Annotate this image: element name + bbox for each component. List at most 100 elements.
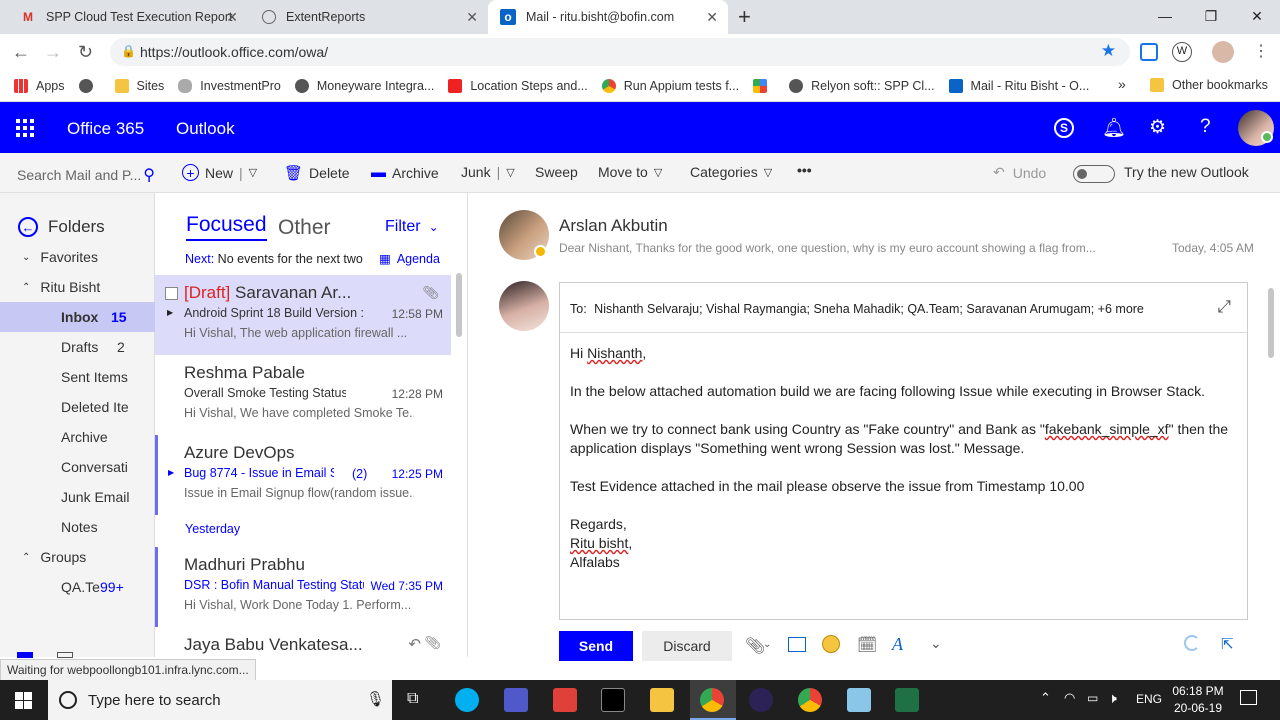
bookmark-location-steps[interactable]: Location Steps and...	[448, 78, 588, 93]
clock-date[interactable]: 20-06-19	[1172, 701, 1224, 715]
thread-preview[interactable]: Dear Nishant, Thanks for the good work, …	[559, 241, 1096, 255]
schedule-icon[interactable]: 🗓︎	[857, 635, 877, 655]
chevron-down-icon[interactable]: ▽	[506, 166, 514, 179]
list-item[interactable]: Madhuri Prabhu DSR : Bofin Manual Testin…	[155, 547, 451, 627]
minimize-icon[interactable]: —	[1142, 0, 1188, 32]
more-options-chevron-icon[interactable]: ⌄	[930, 635, 942, 652]
bookmark-run-appium[interactable]: Run Appium tests f...	[601, 78, 739, 93]
tab-other[interactable]: Other	[278, 216, 331, 240]
group-qa-team[interactable]: QA.Te 99+	[0, 572, 155, 602]
bookmark-other[interactable]: Other bookmarks	[1150, 78, 1268, 92]
close-window-icon[interactable]: ✕	[1234, 0, 1280, 32]
new-button[interactable]: + New | ▽	[182, 164, 257, 181]
teams-taskbar-icon[interactable]	[504, 688, 528, 712]
tab-outlook-mail[interactable]: o Mail - ritu.bisht@bofin.com ✕	[488, 0, 728, 34]
folder-archive[interactable]: Archive	[0, 422, 155, 452]
close-tab-icon[interactable]: ✕	[226, 9, 238, 26]
bookmark-mail-ritu[interactable]: Mail - Ritu Bisht - O...	[948, 78, 1089, 93]
tab-focused[interactable]: Focused	[186, 213, 267, 241]
account-header[interactable]: ⌃ Ritu Bisht	[0, 272, 155, 302]
volume-icon[interactable]: 🕨	[1108, 690, 1117, 707]
chevron-down-icon[interactable]: ⌄	[763, 639, 771, 650]
send-button[interactable]: Send	[559, 631, 633, 661]
more-commands-button[interactable]: •••	[797, 162, 812, 178]
move-to-button[interactable]: Move to ▽	[598, 164, 662, 180]
list-item[interactable]: [Draft] Saravanan Ar... 📎︎ ▶ Android Spr…	[155, 275, 451, 355]
favorites-header[interactable]: ⌄ Favorites	[0, 242, 155, 272]
search-icon[interactable]: ⚲	[143, 165, 155, 185]
select-checkbox[interactable]	[165, 287, 178, 300]
close-tab-icon[interactable]: ✕	[706, 9, 718, 26]
battery-icon[interactable]: ▭	[1087, 691, 1098, 705]
language-indicator[interactable]: ENG	[1136, 692, 1162, 706]
clock-time[interactable]: 06:18 PM	[1172, 684, 1224, 698]
expand-thread-icon[interactable]: ▶	[168, 468, 174, 477]
try-new-outlook-toggle[interactable]	[1073, 165, 1115, 183]
chrome-taskbar-icon[interactable]	[700, 688, 724, 712]
microphone-icon[interactable]: 🎙︎	[366, 690, 385, 708]
list-item[interactable]: Reshma Pabale Overall Smoke Testing Stat…	[155, 355, 451, 435]
junk-button[interactable]: Junk | ▽	[461, 164, 515, 180]
pop-out-icon[interactable]: ⤢	[1217, 297, 1231, 317]
groups-header[interactable]: ⌃ Groups	[0, 542, 155, 572]
skype-taskbar-icon[interactable]	[455, 688, 479, 712]
delete-button[interactable]: 🗑︎ Delete	[284, 164, 350, 182]
folders-header[interactable]: ← Folders	[18, 212, 173, 242]
skype-icon[interactable]: S	[1054, 118, 1074, 138]
app-launcher-icon[interactable]	[16, 119, 34, 137]
show-hidden-icons[interactable]: ⌃	[1040, 690, 1051, 706]
forward-icon[interactable]: →	[44, 42, 62, 63]
message-body-editor[interactable]: Hi Nishanth, In the below attached autom…	[570, 344, 1240, 591]
list-item[interactable]: Jaya Babu Venkatesa... ↶ 📎︎	[155, 627, 451, 657]
archive-button[interactable]: ▬ Archive	[371, 164, 439, 181]
gear-icon[interactable]: ⚙	[1149, 116, 1166, 139]
windows-start-icon[interactable]	[15, 692, 32, 709]
search-mail-input[interactable]: Search Mail and P... ⚲	[17, 165, 155, 185]
list-scrollbar[interactable]	[456, 273, 462, 337]
help-icon[interactable]: ?	[1200, 116, 1211, 138]
folder-inbox[interactable]: Inbox 15	[0, 302, 155, 332]
chrome-taskbar-icon-2[interactable]	[798, 688, 822, 712]
file-explorer-taskbar-icon[interactable]	[650, 688, 674, 712]
excel-taskbar-icon[interactable]	[895, 688, 919, 712]
filter-button[interactable]: Filter ⌄	[385, 218, 439, 236]
agenda-button[interactable]: ▦ Agenda	[379, 251, 440, 266]
discard-button[interactable]: Discard	[642, 631, 732, 661]
tab-extent-reports[interactable]: ExtentReports ✕	[250, 0, 488, 34]
eclipse-taskbar-icon[interactable]	[749, 688, 773, 712]
taskbar-search-input[interactable]: Type here to search 🎙︎	[48, 680, 392, 720]
pop-out-compose-icon[interactable]: ⇱	[1221, 635, 1234, 653]
reading-scrollbar[interactable]	[1268, 288, 1274, 358]
folder-drafts[interactable]: Drafts 2	[0, 332, 155, 362]
notepad-taskbar-icon[interactable]	[847, 688, 871, 712]
expand-thread-icon[interactable]: ▶	[167, 308, 173, 317]
wifi-icon[interactable]: ◠	[1064, 690, 1075, 706]
folder-notes[interactable]: Notes	[0, 512, 155, 542]
bookmark-sites[interactable]: Sites	[114, 78, 164, 93]
anydesk-taskbar-icon[interactable]	[553, 688, 577, 712]
folder-junk-email[interactable]: Junk Email	[0, 482, 155, 512]
close-tab-icon[interactable]: ✕	[466, 9, 478, 26]
bookmark-relyon[interactable]: Relyon soft:: SPP Cl...	[789, 78, 935, 93]
w-extension-icon[interactable]: W	[1172, 42, 1192, 62]
bookmark-investmentpro[interactable]: InvestmentPro	[178, 78, 281, 93]
folder-sent-items[interactable]: Sent Items	[0, 362, 155, 392]
back-circle-icon[interactable]: ←	[18, 217, 38, 237]
bookmark-star-icon[interactable]: ★	[1101, 41, 1116, 61]
list-item[interactable]: Azure DevOps ▶ Bug 8774 - Issue in Email…	[155, 435, 451, 515]
bookmark-pinwheel[interactable]	[753, 78, 775, 93]
app-title[interactable]: Outlook	[176, 119, 235, 139]
chrome-menu-icon[interactable]: ⋮	[1253, 41, 1269, 61]
more-bookmarks-icon[interactable]: »	[1118, 76, 1126, 92]
reload-icon[interactable]: ↻	[78, 42, 93, 63]
emoji-icon[interactable]	[822, 635, 840, 653]
folder-conversation-history[interactable]: Conversati	[0, 452, 155, 482]
back-icon[interactable]: ←	[12, 42, 30, 63]
sweep-button[interactable]: Sweep	[535, 164, 578, 180]
tab-spp-report[interactable]: M SPP Cloud Test Execution Report ✕	[8, 0, 248, 34]
notifications-icon[interactable]	[1240, 690, 1257, 705]
mail-app-icon[interactable]	[17, 652, 33, 658]
task-view-icon[interactable]: ⧉	[407, 690, 418, 708]
maximize-icon[interactable]: ❐	[1188, 0, 1234, 32]
new-tab-button[interactable]: +	[738, 4, 751, 30]
